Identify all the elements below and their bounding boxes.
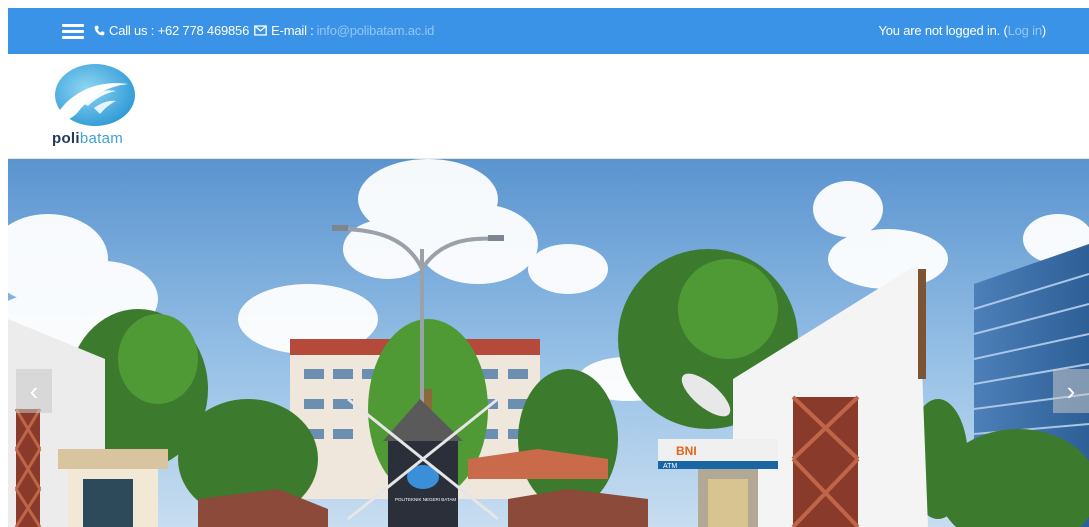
login-prefix: You are not logged in. ( xyxy=(878,23,1008,38)
carousel-prev-button[interactable]: ‹ xyxy=(16,369,52,413)
logo-text: polibatam xyxy=(52,130,123,147)
site-header: polibatam xyxy=(8,54,1089,159)
login-status: You are not logged in. (Log in) xyxy=(878,23,1046,38)
carousel-next-button[interactable]: › xyxy=(1053,369,1089,413)
chevron-right-icon: › xyxy=(1066,375,1076,406)
gate-sign: POLITEKNIK NEGERI BATAM xyxy=(395,497,456,502)
email-label: E-mail : xyxy=(271,23,314,38)
envelope-icon xyxy=(254,25,267,36)
login-suffix: ) xyxy=(1041,23,1046,38)
logo-text-part1: poli xyxy=(52,130,80,147)
bank-sign: BNI xyxy=(676,444,697,458)
logo-text-part2: batam xyxy=(79,130,124,147)
phone-icon xyxy=(94,25,105,36)
menu-icon[interactable] xyxy=(62,24,84,40)
hero-carousel: BNI ATM POLITEKNIK NEGERI BATAM ‹ › xyxy=(8,159,1089,527)
campus-photo: BNI ATM POLITEKNIK NEGERI BATAM xyxy=(8,159,1089,527)
page-frame xyxy=(0,0,8,527)
chevron-left-icon: ‹ xyxy=(29,375,39,406)
top-bar: Call us : +62 778 469856 E-mail : info@p… xyxy=(8,8,1089,54)
email-link[interactable]: info@polibatam.ac.id xyxy=(317,23,435,38)
contact-info: Call us : +62 778 469856 E-mail : info@p… xyxy=(94,23,434,38)
bank-sub: ATM xyxy=(663,463,677,470)
phone-text: Call us : +62 778 469856 xyxy=(109,23,250,38)
login-link[interactable]: Log in xyxy=(1008,23,1042,38)
